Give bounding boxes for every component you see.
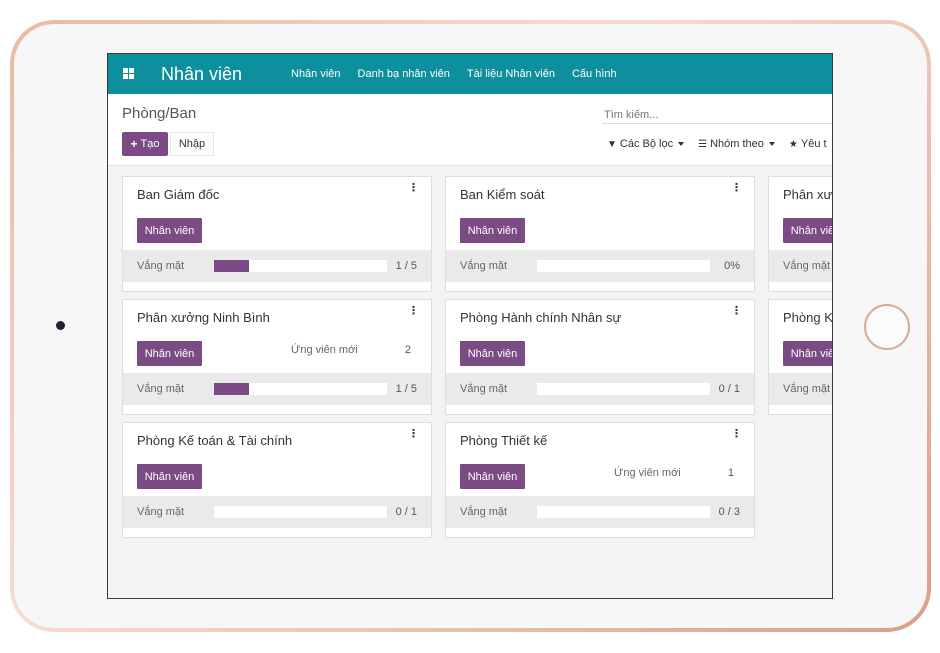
absence-progress-bar <box>537 260 710 272</box>
absence-row: Vắng mặt <box>769 373 832 405</box>
employees-button[interactable]: Nhân viên <box>460 341 525 366</box>
menu-employees[interactable]: Nhân viên <box>291 68 341 80</box>
home-button[interactable] <box>864 304 910 350</box>
favorites-label: Yêu t <box>800 138 827 150</box>
absent-label: Vắng mặt <box>460 506 508 518</box>
absent-label: Vắng mặt <box>137 260 185 272</box>
employees-button[interactable]: Nhân viên <box>460 218 525 243</box>
absence-row: Vắng mặt 0 / 1 <box>123 496 431 528</box>
department-card[interactable]: Phòng K⋮Nhân viênVắng mặt <box>768 299 832 415</box>
department-card[interactable]: Phòng Hành chính Nhân sự ⋮ Nhân viên Vắng m… <box>445 299 755 415</box>
absence-progress-bar <box>537 383 710 395</box>
department-card[interactable]: Phân xư⋮Nhân viênVắng mặt <box>768 176 832 292</box>
absence-row: Vắng mặt 1 / 5 <box>123 250 431 282</box>
new-applicants-count: 1 <box>727 467 734 479</box>
absent-label: Vắng mặt <box>783 383 831 395</box>
absence-progress-bar <box>537 506 710 518</box>
new-applicants-link[interactable]: Ứng viên mới <box>614 467 681 479</box>
department-card[interactable]: Phòng Kế toán & Tài chính ⋮ Nhân viên Vắng … <box>122 422 432 538</box>
filters-label: Các Bộ lọc <box>619 138 674 150</box>
card-menu-icon[interactable]: ⋮ <box>731 306 742 317</box>
top-navbar: Nhân viên Nhân viên Danh bạ nhân viên Tà… <box>108 54 832 94</box>
absent-label: Vắng mặt <box>137 383 185 395</box>
department-card[interactable]: Ban Kiểm soát ⋮ Nhân viên Vắng mặt 0% <box>445 176 755 292</box>
app-screen: Nhân viên Nhân viên Danh bạ nhân viên Tà… <box>107 53 833 599</box>
control-panel: Phòng/Ban + Tạo Nhập ▼ Các Bộ lọc ☰ Nhóm… <box>108 94 832 166</box>
department-name[interactable]: Phòng Kế toán & Tài chính <box>137 433 292 448</box>
card-menu-icon[interactable]: ⋮ <box>731 429 742 440</box>
apps-grid-icon[interactable] <box>123 68 134 79</box>
app-title: Nhân viên <box>161 64 243 84</box>
absence-row: Vắng mặt 0% <box>446 250 754 282</box>
absence-value: 0 / 1 <box>395 506 417 518</box>
absence-progress-bar <box>214 383 387 395</box>
department-card[interactable]: Phân xưởng Ninh Bình ⋮ Nhân viên Ứng viên m… <box>122 299 432 415</box>
employees-button[interactable]: Nhân viên <box>137 464 202 489</box>
absence-value: 1 / 5 <box>395 383 417 395</box>
menu-directory[interactable]: Danh bạ nhân viên <box>358 68 450 80</box>
camera-icon <box>56 321 65 330</box>
department-name[interactable]: Ban Giám đốc <box>137 187 219 202</box>
breadcrumb: Phòng/Ban <box>122 105 197 122</box>
employees-button[interactable]: Nhân viên <box>783 218 832 243</box>
employees-button[interactable]: Nhân viên <box>783 341 832 366</box>
card-menu-icon[interactable]: ⋮ <box>731 183 742 194</box>
new-applicants-link[interactable]: Ứng viên mới <box>291 344 358 356</box>
employees-button[interactable]: Nhân viên <box>460 464 525 489</box>
department-name[interactable]: Phòng K <box>783 310 832 325</box>
absence-value: 1 / 5 <box>395 260 417 272</box>
absence-value: 0 / 1 <box>718 383 740 395</box>
absence-row: Vắng mặt 0 / 3 <box>446 496 754 528</box>
list-icon: ☰ <box>698 138 708 150</box>
department-name[interactable]: Ban Kiểm soát <box>460 187 545 202</box>
filters-dropdown[interactable]: ▼ Các Bộ lọc <box>607 138 685 150</box>
absent-label: Vắng mặt <box>783 260 831 272</box>
star-icon: ★ <box>788 138 798 150</box>
absent-label: Vắng mặt <box>137 506 185 518</box>
plus-icon: + <box>130 137 138 151</box>
card-menu-icon[interactable]: ⋮ <box>408 306 419 317</box>
create-label: Tạo <box>140 138 160 150</box>
department-name[interactable]: Phân xư <box>783 187 832 202</box>
department-card[interactable]: Phòng Thiết kế ⋮ Nhân viên Ứng viên mới 1 Vắn… <box>445 422 755 538</box>
absence-progress-fill <box>214 260 249 272</box>
group-by-dropdown[interactable]: ☰ Nhóm theo <box>698 138 775 150</box>
caret-down-icon <box>678 142 685 146</box>
absence-row: Vắng mặt 0 / 1 <box>446 373 754 405</box>
import-button[interactable]: Nhập <box>170 132 214 156</box>
absence-row: Vắng mặt <box>769 250 832 282</box>
absence-progress-bar <box>214 260 387 272</box>
absent-label: Vắng mặt <box>460 260 508 272</box>
absence-row: Vắng mặt 1 / 5 <box>123 373 431 405</box>
caret-down-icon <box>768 142 775 146</box>
filter-icon: ▼ <box>607 138 617 150</box>
department-name[interactable]: Phân xưởng Ninh Bình <box>137 310 270 325</box>
kanban-view: Ban Giám đốc ⋮ Nhân viên Vắng mặt 1 / 5 Ban K… <box>108 166 832 598</box>
department-card[interactable]: Ban Giám đốc ⋮ Nhân viên Vắng mặt 1 / 5 <box>122 176 432 292</box>
absent-label: Vắng mặt <box>460 383 508 395</box>
employees-button[interactable]: Nhân viên <box>137 218 202 243</box>
main-menu: Nhân viên Danh bạ nhân viên Tài liệu Nhâ… <box>291 68 634 80</box>
menu-documents[interactable]: Tài liệu Nhân viên <box>467 68 555 80</box>
employees-button[interactable]: Nhân viên <box>137 341 202 366</box>
card-menu-icon[interactable]: ⋮ <box>408 183 419 194</box>
new-applicants-count: 2 <box>404 344 411 356</box>
search-options: ▼ Các Bộ lọc ☰ Nhóm theo ★ Yêu t <box>607 138 832 150</box>
absence-progress-bar <box>214 506 387 518</box>
card-menu-icon[interactable]: ⋮ <box>408 429 419 440</box>
favorites-dropdown[interactable]: ★ Yêu t <box>789 138 827 150</box>
absence-progress-fill <box>214 383 249 395</box>
menu-configuration[interactable]: Cấu hình <box>572 68 617 80</box>
group-by-label: Nhóm theo <box>710 138 764 150</box>
search-input[interactable] <box>602 106 832 124</box>
create-button[interactable]: + Tạo <box>122 132 168 156</box>
absence-value: 0% <box>724 260 740 272</box>
department-name[interactable]: Phòng Hành chính Nhân sự <box>460 310 621 325</box>
absence-value: 0 / 3 <box>718 506 740 518</box>
department-name[interactable]: Phòng Thiết kế <box>460 433 547 448</box>
